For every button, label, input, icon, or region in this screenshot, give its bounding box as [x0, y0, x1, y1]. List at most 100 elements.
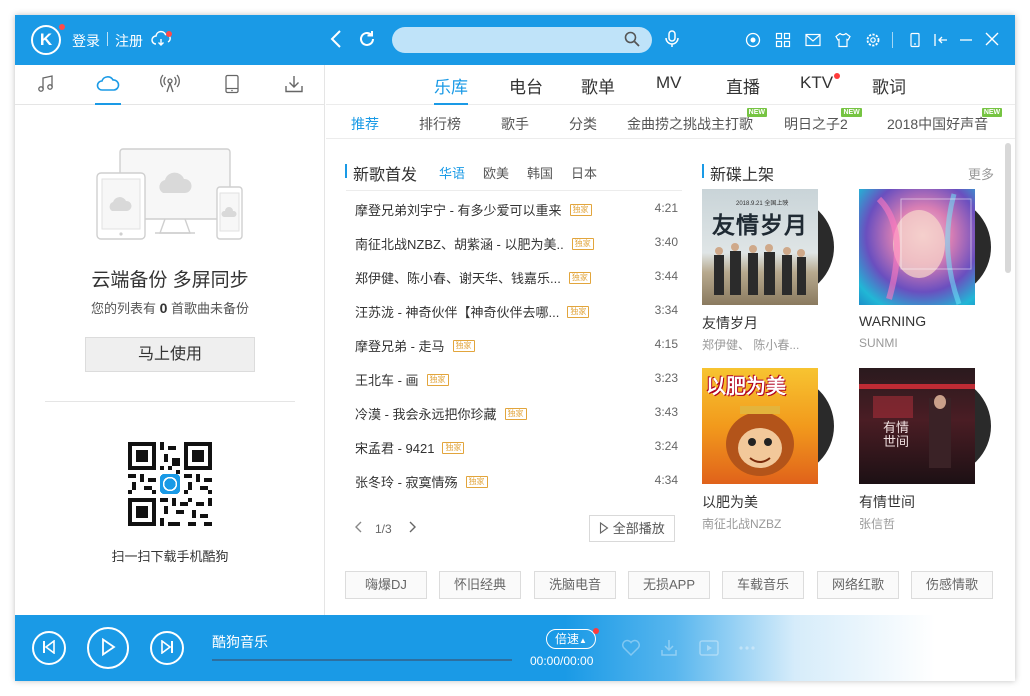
tab-radio-station[interactable]: 电台: [509, 73, 543, 105]
main-panel: 乐库 电台 歌单 MV 直播 KTV 歌词 推荐 排行榜 歌手 分类 金曲捞之挑…: [326, 65, 1015, 615]
search-icon[interactable]: [624, 31, 640, 50]
song-row[interactable]: 冷漠 - 我会永远把你珍藏 独家 3:43: [345, 395, 683, 429]
skin-icon[interactable]: [835, 32, 851, 51]
play-button[interactable]: [87, 627, 129, 669]
song-row[interactable]: 王北车 - 画独家 3:23: [345, 361, 683, 395]
tag-button[interactable]: 嗨爆DJ: [345, 571, 427, 599]
album-artist: 张信哲: [859, 517, 896, 531]
player-bar: 酷狗音乐 倍速▲ 00:00/00:00: [15, 615, 1015, 681]
section-marker: [345, 164, 347, 178]
tab-local-music[interactable]: [15, 65, 77, 105]
new-songs-title: 新歌首发: [353, 167, 418, 184]
tag-button[interactable]: 伤感情歌: [911, 571, 993, 599]
subtab-recommend[interactable]: 推荐: [351, 114, 379, 134]
tag-button[interactable]: 无损APP: [628, 571, 710, 599]
song-row[interactable]: 张冬玲 - 寂寞情殇 独家 4:34: [345, 463, 683, 497]
prev-page-icon[interactable]: [354, 520, 364, 538]
more-link[interactable]: 更多: [968, 164, 994, 183]
subtab-jinqulao[interactable]: 金曲捞之挑战主打歌 NEW: [627, 108, 767, 134]
play-all-label: 全部播放: [612, 521, 665, 536]
tag-button[interactable]: 洗脑电音: [534, 571, 616, 599]
song-row[interactable]: 汪苏泷 - 神奇伙伴【神奇伙伴去哪... 独家 3:34: [345, 293, 683, 327]
settings-icon[interactable]: [865, 32, 881, 51]
progress-bar[interactable]: [212, 659, 512, 661]
song-title: 摩登兄弟 - 走马: [355, 339, 445, 354]
subtab-mingri[interactable]: 明日之子2 NEW: [784, 108, 862, 134]
subtab-voice-of-china[interactable]: 2018中国好声音 NEW: [887, 108, 1003, 134]
tab-cloud[interactable]: [77, 65, 139, 105]
subtab-categories[interactable]: 分类: [569, 114, 597, 134]
tab-lyrics[interactable]: 歌词: [872, 73, 906, 105]
cover-figures: [714, 243, 806, 295]
minimize-icon[interactable]: [959, 32, 973, 51]
separator: [107, 32, 108, 46]
voice-search-icon[interactable]: [663, 29, 681, 52]
lang-korean[interactable]: 韩国: [527, 163, 553, 182]
tab-live[interactable]: 直播: [726, 73, 760, 105]
song-row[interactable]: 摩登兄弟刘宇宁 - 有多少爱可以重来 独家 4:21: [345, 191, 683, 225]
subtab-singers[interactable]: 歌手: [501, 114, 529, 134]
subtab-charts[interactable]: 排行榜: [419, 114, 461, 134]
cloud-sync-icon[interactable]: [151, 30, 173, 51]
tab-ktv[interactable]: KTV: [800, 73, 841, 105]
tab-library[interactable]: 乐库: [434, 73, 468, 105]
back-icon[interactable]: [329, 29, 343, 52]
next-page-icon[interactable]: [407, 520, 417, 538]
album-cover: 2018.9.21 全国上映 友情岁月: [702, 189, 818, 305]
lang-japanese[interactable]: 日本: [571, 163, 597, 182]
song-name: 摩登兄弟刘宇宁 - 有多少爱可以重来 独家: [355, 200, 592, 219]
play-time: 00:00/00:00: [530, 654, 594, 668]
mini-mode-icon[interactable]: [909, 32, 921, 51]
lang-chinese[interactable]: 华语: [439, 163, 465, 182]
song-row[interactable]: 南征北战NZBZ、胡紫涵 - 以肥为美.. 独家 3:40: [345, 225, 683, 259]
speed-button[interactable]: 倍速▲: [546, 629, 596, 649]
more-icon[interactable]: [737, 639, 757, 660]
mv-icon[interactable]: [699, 639, 719, 660]
tag-button[interactable]: 网络红歌: [817, 571, 899, 599]
download-icon[interactable]: [660, 639, 678, 660]
exclusive-badge: 独家: [465, 475, 488, 488]
play-all-button[interactable]: 全部播放: [589, 515, 675, 542]
apps-icon[interactable]: [775, 32, 791, 51]
next-icon: [160, 638, 174, 657]
tab-mv[interactable]: MV: [656, 73, 682, 105]
song-name: 郑伊健、陈小春、谢天华、钱嘉乐... 独家: [355, 268, 591, 287]
title-bar: K 登录 注册: [15, 15, 1015, 65]
song-row[interactable]: 宋孟君 - 9421 独家 3:24: [345, 429, 683, 463]
song-title: 冷漠 - 我会永远把你珍藏: [355, 407, 497, 422]
song-row[interactable]: 郑伊健、陈小春、谢天华、钱嘉乐... 独家 3:44: [345, 259, 683, 293]
favorite-icon[interactable]: [621, 639, 641, 660]
target-icon[interactable]: [745, 32, 761, 51]
scrollbar[interactable]: [1005, 143, 1011, 273]
tag-button[interactable]: 车载音乐: [722, 571, 804, 599]
close-icon[interactable]: [985, 32, 999, 49]
use-now-button[interactable]: 马上使用: [85, 337, 255, 372]
next-button[interactable]: [150, 631, 184, 665]
mail-icon[interactable]: [805, 33, 821, 50]
song-duration: 4:34: [654, 473, 678, 487]
cloud-sub-suffix: 首歌曲未备份: [171, 301, 250, 316]
tag-button[interactable]: 怀旧经典: [439, 571, 521, 599]
tab-radio[interactable]: [139, 65, 201, 105]
separator: [892, 32, 893, 48]
tab-download[interactable]: [263, 65, 325, 105]
search-input[interactable]: [392, 27, 652, 53]
cover-monkey-art: [726, 406, 794, 476]
album-artist: 南征北战NZBZ: [702, 517, 782, 531]
song-duration: 3:40: [654, 235, 678, 249]
tab-mobile[interactable]: [201, 65, 263, 105]
cloud-count: 0: [159, 300, 168, 316]
tab-playlists[interactable]: 歌单: [581, 73, 615, 105]
lang-western[interactable]: 欧美: [483, 163, 509, 182]
section-marker: [702, 164, 704, 178]
register-link[interactable]: 注册: [115, 31, 143, 51]
login-link[interactable]: 登录: [72, 31, 100, 51]
kugou-logo[interactable]: K: [31, 25, 61, 55]
previous-button[interactable]: [32, 631, 66, 665]
collapse-icon[interactable]: [933, 32, 949, 51]
refresh-icon[interactable]: [357, 29, 377, 52]
song-row[interactable]: 摩登兄弟 - 走马 独家 4:15: [345, 327, 683, 361]
song-title: 宋孟君 - 9421: [355, 441, 435, 456]
song-duration: 4:21: [654, 201, 678, 215]
exclusive-badge: 独家: [568, 271, 591, 284]
